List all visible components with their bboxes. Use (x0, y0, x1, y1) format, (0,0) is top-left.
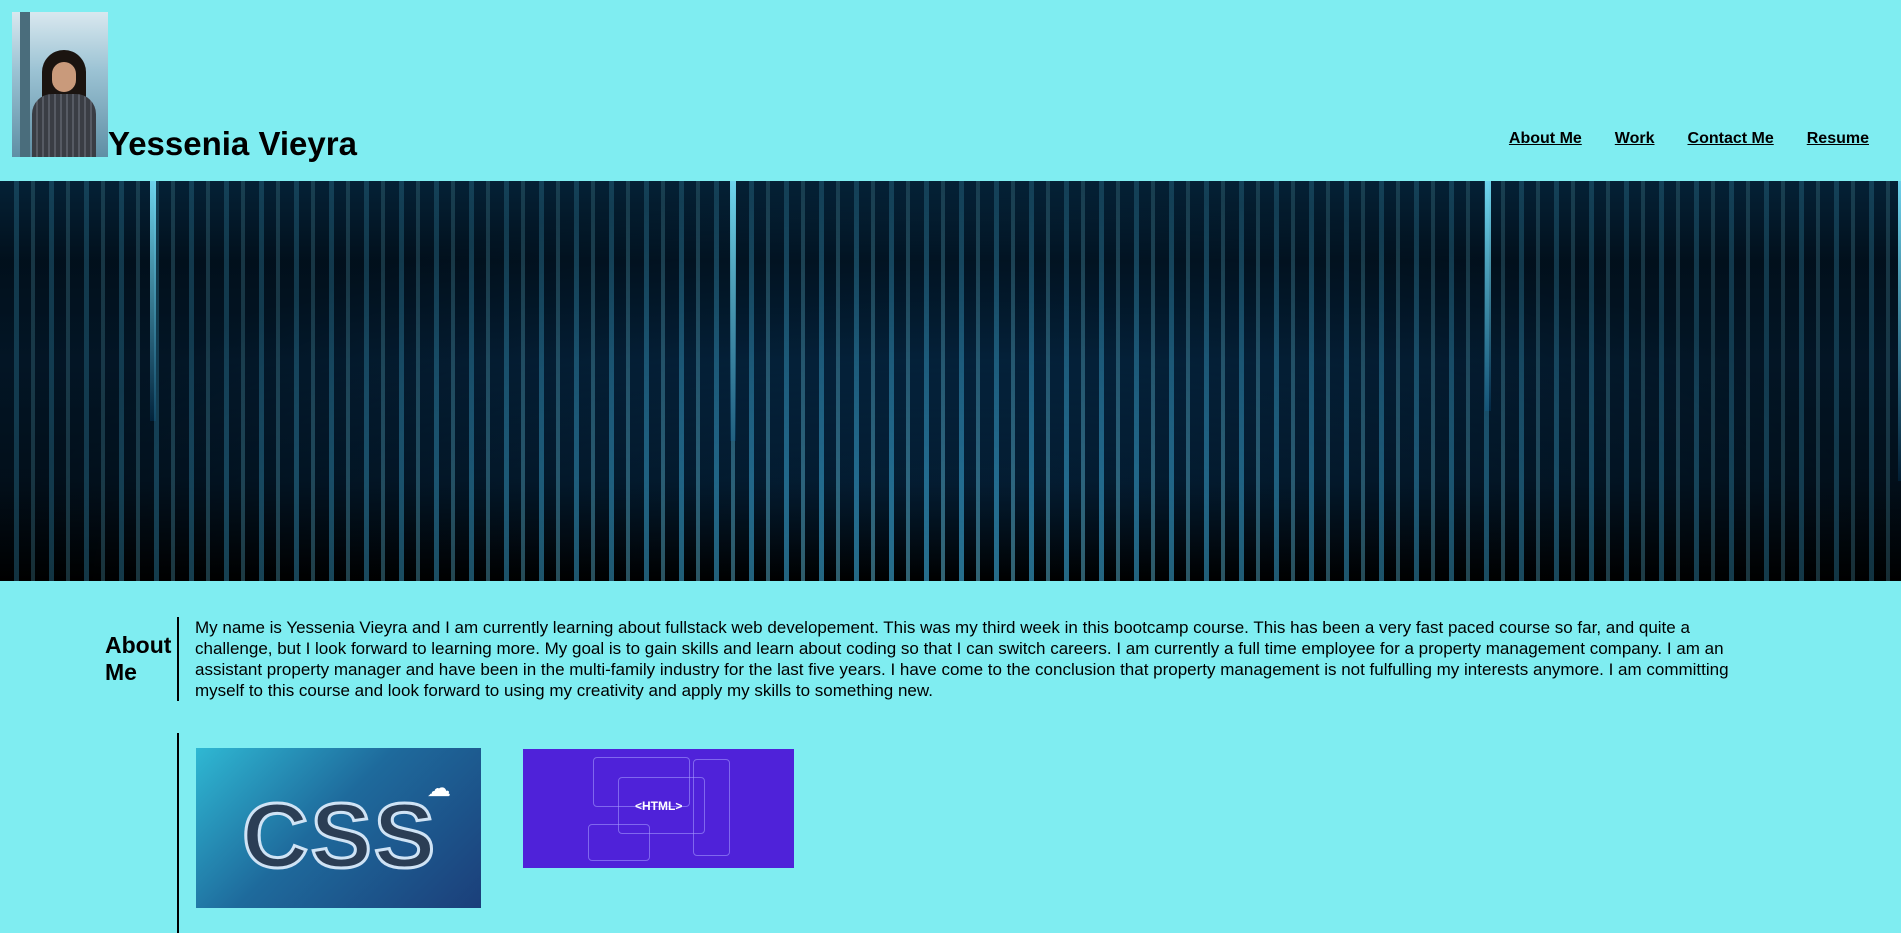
about-me-heading: About Me (105, 632, 172, 685)
profile-photo (12, 12, 108, 157)
nav-link-about-me[interactable]: About Me (1509, 130, 1582, 148)
work-tile-html[interactable]: <HTML> (523, 749, 794, 868)
html-tile-panel (588, 824, 650, 861)
nav-link-contact-me[interactable]: Contact Me (1688, 130, 1774, 148)
nav-link-resume[interactable]: Resume (1807, 130, 1869, 148)
hero-streak (730, 181, 736, 441)
nav-link-work[interactable]: Work (1615, 130, 1655, 148)
about-divider (177, 617, 179, 701)
site-header: Yessenia Vieyra About Me Work Contact Me… (0, 0, 1901, 181)
html-tile-panel (693, 759, 730, 856)
work-tile-css[interactable]: ☁ CSS (196, 748, 481, 908)
hero-banner-image (0, 181, 1901, 581)
about-me-text: My name is Yessenia Vieyra and I am curr… (195, 618, 1729, 700)
hero-streak (1485, 181, 1491, 411)
html-tile-label: <HTML> (635, 799, 683, 813)
main-nav: About Me Work Contact Me Resume (1509, 130, 1869, 148)
work-divider (177, 733, 179, 933)
site-title: Yessenia Vieyra (108, 125, 357, 162)
photo-window-frame (20, 12, 30, 157)
css-tile-label: CSS (240, 785, 438, 888)
photo-person-face (52, 62, 76, 92)
photo-person-body (32, 94, 96, 157)
hero-streak (150, 181, 156, 421)
